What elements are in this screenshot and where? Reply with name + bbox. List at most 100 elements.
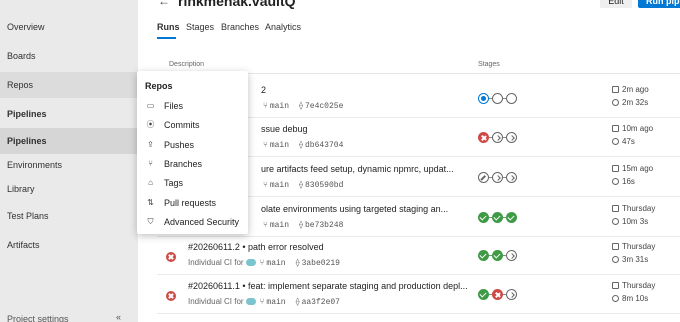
stage-skip-icon[interactable]	[478, 172, 489, 184]
flyout-item-pull-requests[interactable]: ⇅ Pull requests	[137, 194, 248, 213]
stage-pass-icon[interactable]	[492, 250, 503, 262]
flyout-item-label: Pushes	[164, 140, 195, 150]
flyout-item-branches[interactable]: ⑂ Branches	[137, 155, 248, 174]
commit-hash[interactable]: 3abe0219	[302, 259, 340, 268]
run-time: 15m ago	[622, 164, 654, 173]
branch-name[interactable]: main	[270, 141, 289, 150]
run-meta: ⑂ main ⟠ 830590bd	[261, 180, 343, 190]
tab-analytics[interactable]: Analytics	[265, 22, 301, 32]
run-title[interactable]: 2	[261, 85, 266, 95]
stage-indicators[interactable]	[478, 132, 517, 144]
run-title[interactable]: olate environments using targeted stagin…	[261, 204, 448, 214]
run-title[interactable]: #20260611.2 • path error resolved	[188, 242, 324, 252]
flyout-item-advanced-security[interactable]: ⛉ Advanced Security	[137, 213, 248, 232]
table-row[interactable]: #20260611.2 • path error resolved Individ…	[157, 236, 680, 275]
run-pipeline-button[interactable]: Run pipe	[638, 0, 680, 8]
clock-icon	[612, 218, 619, 225]
stage-indicators[interactable]	[478, 212, 517, 224]
edit-button[interactable]: Edit	[600, 0, 632, 8]
commit-icon: ⦿	[146, 120, 155, 129]
stage-pass-icon[interactable]	[506, 212, 517, 224]
commit-icon: ⟠	[295, 258, 300, 267]
stage-partial-icon[interactable]	[506, 289, 517, 301]
nav-project-settings[interactable]: Project settings	[7, 314, 69, 322]
commit-hash[interactable]: be73b248	[305, 221, 343, 230]
run-meta: ⑂ main ⟠ 7e4c025e	[261, 101, 343, 111]
flyout-item-tags[interactable]: ⌂ Tags	[137, 174, 248, 193]
calendar-icon	[612, 282, 619, 289]
stage-partial-icon[interactable]	[492, 132, 503, 144]
run-meta: ⑂ main ⟠ be73b248	[261, 220, 343, 230]
branch-name[interactable]: main	[270, 102, 289, 111]
commit-hash[interactable]: 830590bd	[305, 181, 343, 190]
commit-icon: ⟠	[299, 140, 303, 149]
branch-icon: ⑂	[263, 140, 268, 149]
commit-hash[interactable]: aa3f2e07	[302, 298, 340, 307]
stage-indicators[interactable]	[478, 250, 517, 262]
commit-hash[interactable]: 7e4c025e	[305, 102, 343, 111]
stage-indicators[interactable]	[478, 172, 517, 184]
nav-boards[interactable]: Boards	[0, 43, 138, 69]
run-duration: 16s	[622, 177, 635, 186]
branch-icon: ⑂	[263, 101, 268, 110]
stage-fail-icon[interactable]	[492, 289, 503, 301]
tab-runs[interactable]: Runs	[157, 22, 180, 32]
flyout-item-label: Commits	[164, 120, 200, 130]
trigger-label: Individual CI for	[188, 297, 244, 306]
stage-fail-icon[interactable]	[478, 132, 489, 144]
stage-pass-icon[interactable]	[492, 212, 503, 224]
active-tab-indicator	[157, 37, 176, 39]
stage-indicators[interactable]	[478, 289, 517, 301]
branch-icon: ⑂	[263, 180, 268, 189]
stage-indicators[interactable]	[478, 93, 517, 105]
pull-request-icon: ⇅	[147, 198, 154, 207]
stage-partial-icon[interactable]	[492, 172, 503, 184]
run-meta: ⑂ main ⟠ db643704	[261, 140, 343, 150]
stage-running-icon[interactable]	[478, 93, 489, 105]
branch-name[interactable]: main	[266, 259, 285, 268]
commit-hash[interactable]: db643704	[305, 141, 343, 150]
column-header-description: Description	[169, 61, 205, 68]
branch-name[interactable]: main	[270, 221, 289, 230]
branch-name[interactable]: main	[266, 298, 285, 307]
flyout-item-pushes[interactable]: ⇪ Pushes	[137, 136, 248, 155]
flyout-item-files[interactable]: ▭ Files	[137, 97, 248, 116]
nav-pipelines[interactable]: Pipelines	[0, 128, 138, 154]
run-title[interactable]: ssue debug	[261, 124, 308, 134]
stage-partial-icon[interactable]	[506, 172, 517, 184]
run-time: 2m ago	[622, 85, 649, 94]
repo-avatar-icon	[245, 259, 256, 267]
nav-pipelines-section[interactable]: Pipelines	[0, 101, 138, 127]
nav-repos[interactable]: Repos	[0, 72, 138, 98]
run-title[interactable]: #20260611.1 • feat: implement separate s…	[188, 281, 468, 291]
nav-artifacts[interactable]: Artifacts	[0, 232, 138, 258]
clock-icon	[612, 256, 619, 263]
run-title[interactable]: ure artifacts feed setup, dynamic npmrc,…	[261, 164, 454, 174]
page-title: rinkmehak.vaultQ	[178, 0, 296, 9]
run-time: Thursday	[622, 242, 656, 251]
branch-icon: ⑂	[259, 258, 265, 267]
collapse-nav-icon[interactable]: «	[116, 312, 121, 322]
stage-pass-icon[interactable]	[478, 250, 489, 262]
stage-partial-icon[interactable]	[506, 132, 517, 144]
stage-pending-icon[interactable]	[506, 93, 517, 105]
branch-name[interactable]: main	[270, 181, 289, 190]
nav-test-plans[interactable]: Test Plans	[0, 203, 138, 229]
stage-partial-icon[interactable]	[506, 250, 517, 262]
tab-stages[interactable]: Stages	[186, 22, 214, 32]
stage-pass-icon[interactable]	[478, 212, 489, 224]
repo-avatar-icon	[245, 298, 256, 306]
flyout-item-commits[interactable]: ⦿ Commits	[137, 116, 248, 135]
stage-pass-icon[interactable]	[478, 289, 489, 301]
column-header-stages: Stages	[478, 61, 500, 68]
nav-environments[interactable]: Environments	[0, 152, 138, 178]
back-arrow-icon[interactable]: ←	[158, 0, 170, 8]
calendar-icon	[612, 205, 619, 212]
stage-pending-icon[interactable]	[492, 93, 503, 105]
nav-library[interactable]: Library	[0, 176, 138, 202]
table-row[interactable]: #20260611.1 • feat: implement separate s…	[157, 275, 680, 314]
left-navigation: Overview Boards Repos Pipelines Pipeline…	[0, 0, 138, 322]
flyout-item-label: Files	[164, 101, 184, 111]
nav-overview[interactable]: Overview	[0, 14, 138, 40]
tab-branches[interactable]: Branches	[221, 22, 259, 32]
